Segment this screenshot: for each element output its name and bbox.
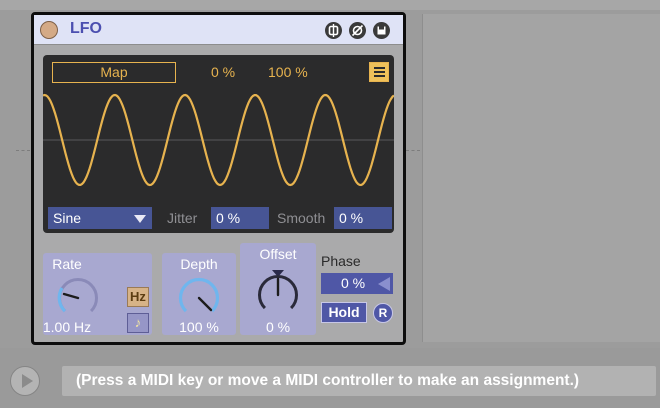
retrigger-button[interactable]: R [373,303,393,323]
top-strip [0,0,660,10]
depth-knob[interactable] [177,276,221,320]
max-value[interactable]: 100 % [268,64,308,80]
status-message: (Press a MIDI key or move a MIDI control… [62,366,656,396]
rate-sync-button[interactable]: ♪ [127,313,149,333]
chain-connector-right [406,150,420,152]
offset-value: 0 % [265,319,291,335]
lfo-device: LFO Map 0 % 100 % Sine Jitter 0 % Smooth… [31,12,406,345]
rate-value: 1.00 Hz [42,319,92,335]
waveform-shape-dropdown[interactable]: Sine [48,207,152,229]
device-title: LFO [70,20,102,37]
smooth-label: Smooth [277,210,326,226]
jitter-field[interactable]: 0 % [211,207,269,229]
play-icon[interactable] [10,366,40,396]
lfo-display: Map 0 % 100 % Sine Jitter 0 % Smooth 0 % [43,55,394,233]
offset-label: Offset [259,246,297,262]
waveform-display [43,93,394,187]
device-titlebar[interactable]: LFO [34,15,403,45]
device-chain-empty-area[interactable] [422,14,660,342]
depth-panel: Depth 100 % [162,253,236,335]
rate-hz-button[interactable]: Hz [127,287,149,307]
depth-label: Depth [180,256,218,272]
hold-button[interactable]: Hold [321,302,367,323]
min-value[interactable]: 0 % [211,64,235,80]
jitter-label: Jitter [167,210,198,226]
device-power-button[interactable] [40,21,58,39]
rate-panel: Rate 1.00 Hz Hz ♪ [43,253,152,335]
fold-icon[interactable] [325,22,342,39]
menu-icon[interactable] [369,62,389,82]
map-button[interactable]: Map [52,62,176,83]
rate-knob[interactable] [56,276,100,320]
phase-field[interactable]: 0 % [321,273,393,294]
depth-value: 100 % [179,319,219,335]
hot-swap-icon[interactable] [349,22,366,39]
offset-knob[interactable] [256,267,300,317]
save-icon[interactable] [373,22,390,39]
rate-label: Rate [52,256,82,272]
phase-label: Phase [321,253,361,269]
smooth-field[interactable]: 0 % [334,207,392,229]
chain-connector-left [16,150,30,152]
offset-panel: Offset 0 % [240,243,316,335]
